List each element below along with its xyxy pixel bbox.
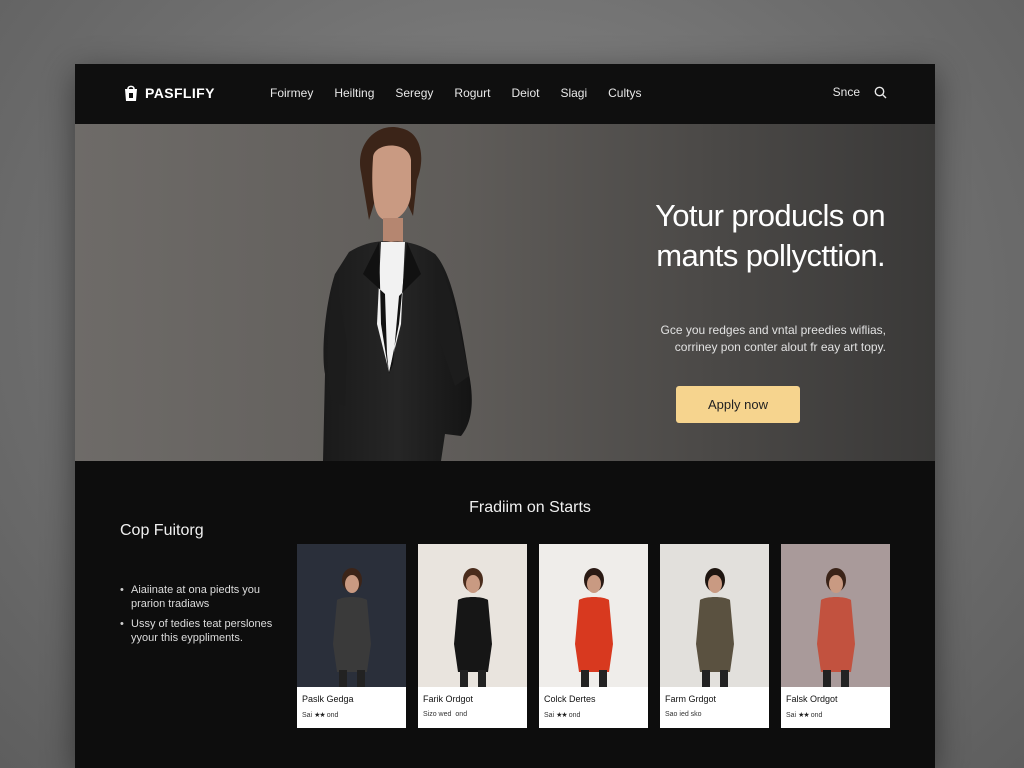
hero-sub-line2: corriney pon conter alout fr eay art top…: [674, 340, 886, 354]
feature-list: Aiaiinate at ona piedts you prarion trad…: [120, 583, 280, 651]
hero-title-line2: mants pollycttion.: [656, 238, 885, 273]
main-menu: Foirmey Heilting Seregy Rogurt Deiot Sla…: [270, 86, 662, 100]
hero-title-line1: Yotur producls on: [655, 198, 886, 233]
product-meta-suffix: ond: [455, 711, 468, 718]
product-meta-suffix: ond: [326, 711, 339, 719]
product-name: Farm Grdgot: [665, 694, 717, 704]
brand-name: PASFLIFY: [145, 85, 215, 101]
product-image: [297, 544, 406, 687]
product-card[interactable]: Farm Grdgot Sao ied sko: [660, 544, 769, 728]
hero-banner: Yotur producls on mants pollycttion. Gce…: [75, 124, 935, 461]
product-section: Fradiim on Starts Cop Fuitorg Aiaiinate …: [75, 461, 935, 768]
apply-now-button[interactable]: Apply now: [676, 386, 800, 423]
product-rating: Sai ★★ ond: [302, 711, 339, 720]
product-name: Falsk Ordgot: [786, 694, 838, 704]
product-rating: Sizo wed ond: [423, 711, 467, 718]
hero-subtitle: Gce you redges and vntal preedies wiflia…: [575, 322, 886, 356]
brand-logo[interactable]: PASFLIFY: [123, 84, 215, 102]
star-icons: ★★: [556, 712, 568, 719]
product-size: Sao ied sko: [665, 711, 702, 718]
section-title: Fradiim on Starts: [469, 499, 591, 516]
product-rating: Sao ied sko: [665, 711, 706, 718]
product-meta-suffix: ond: [568, 711, 581, 719]
menu-item-2[interactable]: Heilting: [334, 86, 374, 100]
product-image: [418, 544, 527, 687]
search-icon[interactable]: [874, 86, 887, 99]
star-icons: ★★: [314, 712, 326, 719]
hero-headline: Yotur producls on mants pollycttion.: [545, 196, 886, 276]
product-card[interactable]: Colck Dertes Sai ★★ ond: [539, 544, 648, 728]
product-name: Paslk Gedga: [302, 694, 354, 704]
feature-item-1: Aiaiinate at ona piedts you prarion trad…: [120, 583, 280, 611]
product-size: Sai: [786, 711, 797, 719]
product-image: [660, 544, 769, 687]
product-card[interactable]: Falsk Ordgot Sai ★★ ond: [781, 544, 890, 728]
product-size: Sai: [302, 711, 313, 719]
product-card[interactable]: Paslk Gedga Sai ★★ ond: [297, 544, 406, 728]
shopping-bag-icon: [125, 85, 137, 101]
menu-item-7[interactable]: Cultys: [608, 86, 641, 100]
menu-item-3[interactable]: Seregy: [395, 86, 433, 100]
menu-item-1[interactable]: Foirmey: [270, 86, 313, 100]
signin-link[interactable]: Snce: [833, 85, 860, 99]
star-icons: ★★: [798, 712, 810, 719]
product-size: Sai: [544, 711, 555, 719]
product-name: Colck Dertes: [544, 694, 596, 704]
top-nav: PASFLIFY Foirmey Heilting Seregy Rogurt …: [75, 64, 935, 124]
hero-sub-line1: Gce you redges and vntal preedies wiflia…: [660, 323, 886, 337]
product-grid: Paslk Gedga Sai ★★ ond Farik Ordgot Sizo…: [297, 544, 890, 728]
menu-item-6[interactable]: Slagi: [560, 86, 587, 100]
menu-item-5[interactable]: Deiot: [511, 86, 539, 100]
side-title: Cop Fuitorg: [120, 522, 204, 539]
product-meta-suffix: ond: [810, 711, 823, 719]
product-rating: Sai ★★ ond: [786, 711, 823, 720]
product-image: [781, 544, 890, 687]
menu-item-4[interactable]: Rogurt: [454, 86, 490, 100]
product-image: [539, 544, 648, 687]
hero-model-image: [323, 127, 472, 461]
nav-right: Snce: [833, 85, 887, 99]
browser-window: PASFLIFY Foirmey Heilting Seregy Rogurt …: [75, 64, 935, 768]
product-name: Farik Ordgot: [423, 694, 474, 704]
feature-item-2: Ussy of tedies teat perslones yyour this…: [120, 617, 280, 645]
product-size: Sizo wed: [423, 711, 452, 718]
product-rating: Sai ★★ ond: [544, 711, 581, 720]
product-card[interactable]: Farik Ordgot Sizo wed ond: [418, 544, 527, 728]
